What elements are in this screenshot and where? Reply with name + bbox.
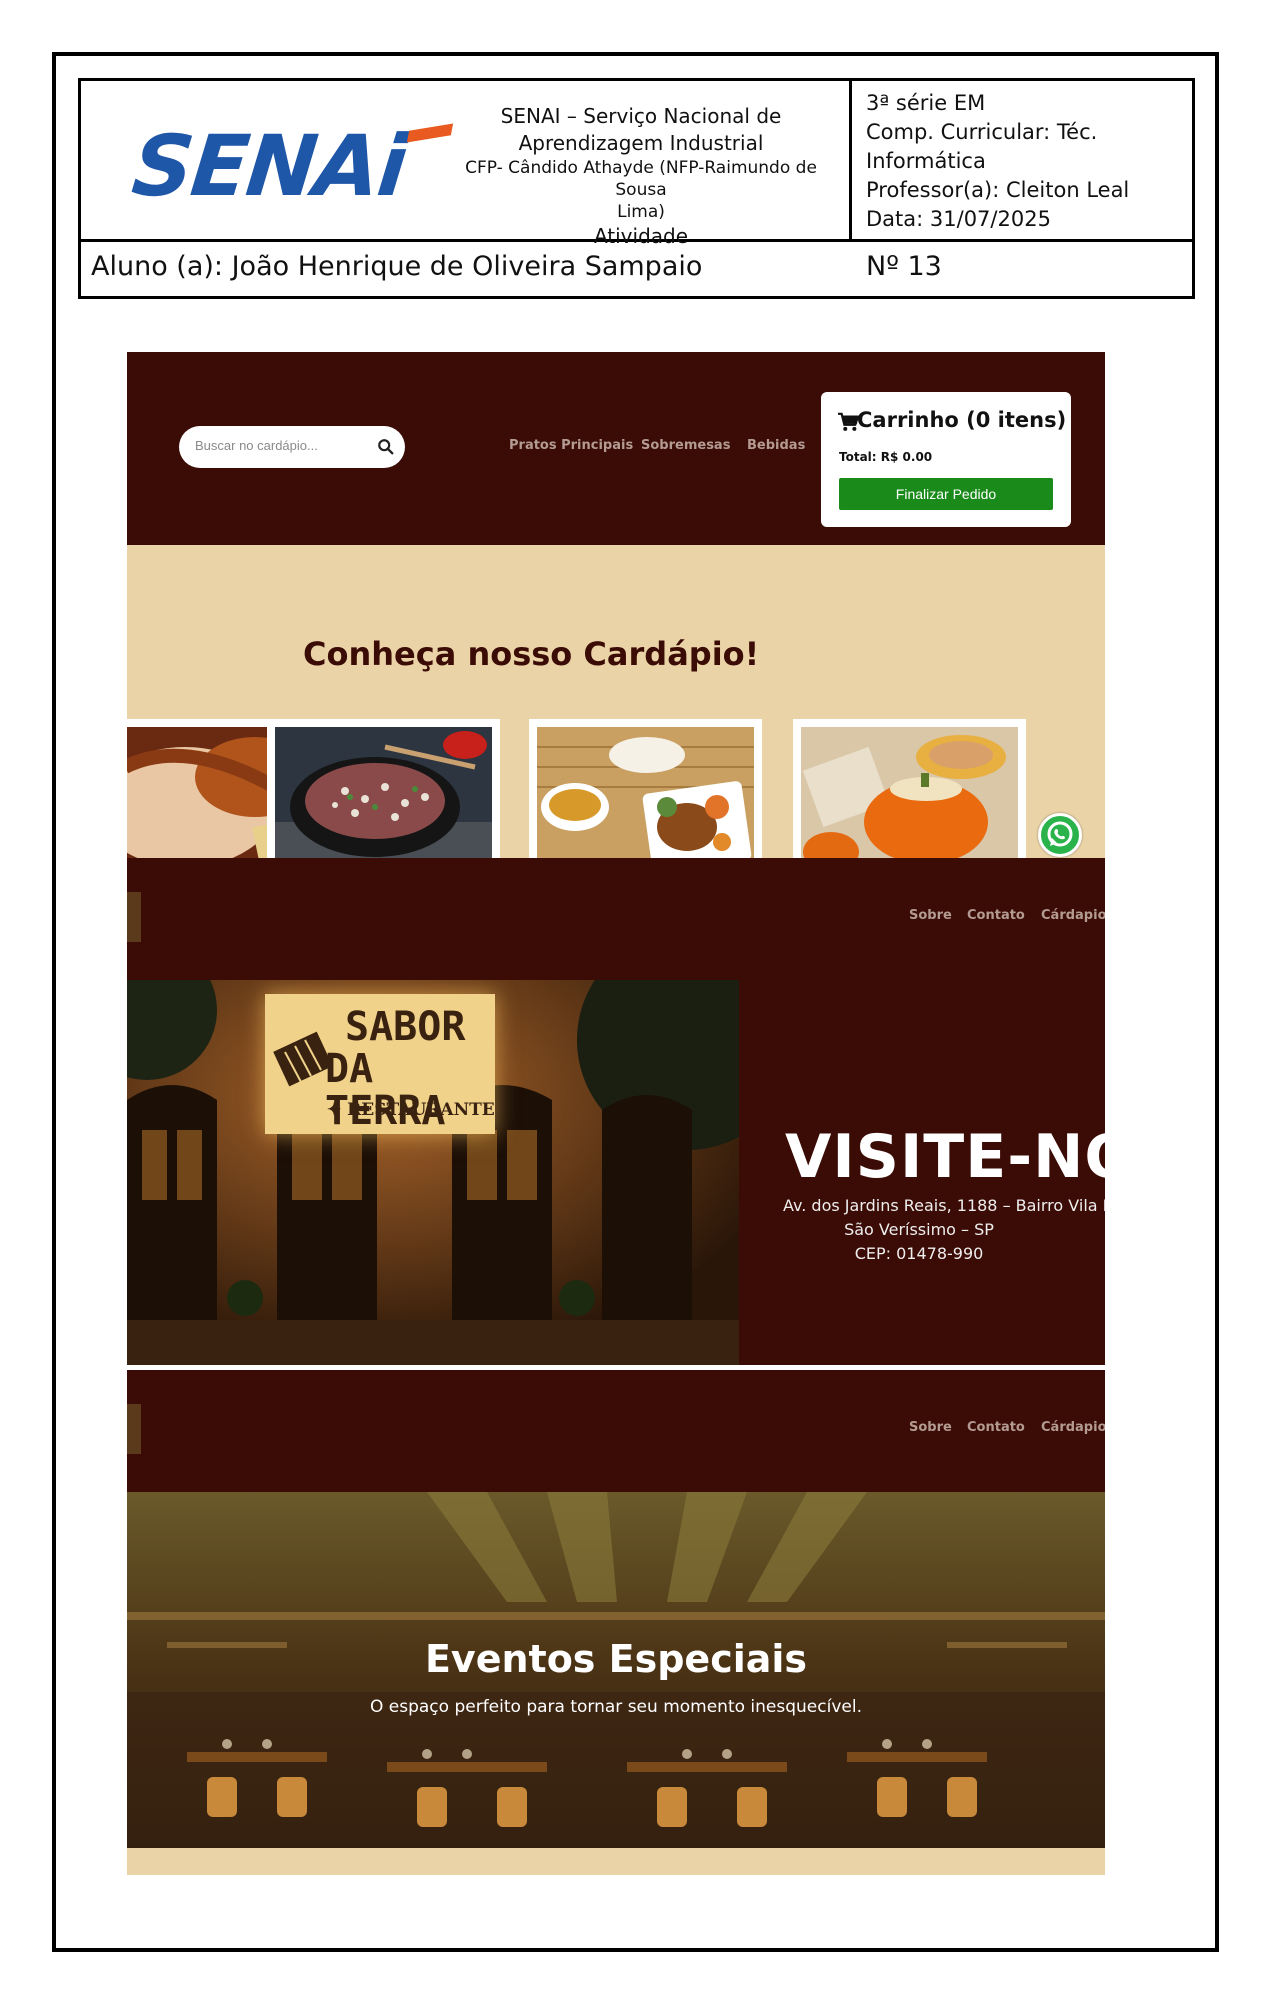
address-cep: CEP: 01478-990 — [854, 1244, 984, 1263]
serie-text: 3ª série EM — [866, 91, 986, 115]
header-table: SENAi SENAI – Serviço Nacional de Aprend… — [78, 78, 1195, 299]
nav-pratos-principais[interactable]: Pratos Principais — [509, 438, 633, 453]
search-input[interactable] — [195, 438, 375, 453]
date-text: Data: 31/07/2025 — [866, 207, 1051, 231]
star-icon: ✦ — [327, 1100, 348, 1120]
dish-card[interactable] — [267, 719, 500, 858]
site-logo[interactable] — [127, 892, 141, 942]
address-city: São Veríssimo – SP — [844, 1220, 994, 1239]
nav-sobre[interactable]: Sobre — [909, 1420, 952, 1435]
student-name: Aluno (a): João Henrique de Oliveira Sam… — [91, 251, 703, 282]
table-divider-vertical — [849, 81, 852, 240]
nav-sobremesas[interactable]: Sobremesas — [641, 438, 730, 453]
screenshot-visit-page: Sobre Contato Cárdapio SABOR DA TERRA ✦ … — [127, 858, 1105, 1365]
nav-cardapio[interactable]: Cárdapio — [1041, 1420, 1105, 1435]
institution-line: CFP- Cândido Athayde (NFP-Raimundo de So… — [465, 158, 817, 200]
cart-total: Total: R$ 0.00 — [839, 450, 932, 464]
site-navbar: Sobre Contato Cárdapio — [127, 1370, 1105, 1492]
dish-photo — [275, 727, 492, 858]
nav-contato[interactable]: Contato — [967, 908, 1025, 923]
sign-restaurante-text: RESTAURANTE — [347, 1100, 495, 1120]
events-title: Eventos Especiais — [424, 1637, 808, 1681]
institution-line: SENAI – Serviço Nacional de — [500, 104, 782, 128]
menu-section: Conheça nosso Cardápio! — [127, 545, 1105, 858]
dish-photo — [801, 727, 1018, 858]
visit-info-panel: VISITE-NO Av. dos Jardins Reais, 1188 – … — [739, 980, 1105, 1365]
dish-card[interactable] — [529, 719, 762, 858]
activity-label: Atividade — [593, 224, 689, 248]
componente-text: Comp. Curricular: Téc. — [866, 120, 1098, 144]
events-hero: Eventos Especiais O espaço perfeito para… — [127, 1492, 1105, 1848]
whatsapp-icon[interactable] — [1038, 813, 1082, 857]
site-header: Pratos Principais Sobremesas Bebidas Car… — [127, 352, 1105, 545]
cart-icon — [838, 412, 859, 431]
cart-total-label: Total: — [839, 450, 877, 464]
cart-panel: Carrinho (0 itens) Total: R$ 0.00 Finali… — [821, 392, 1071, 527]
institution-block: SENAI – Serviço Nacional de Aprendizagem… — [441, 103, 841, 250]
screenshot-menu-page: Pratos Principais Sobremesas Bebidas Car… — [127, 352, 1105, 858]
nav-bebidas[interactable]: Bebidas — [747, 438, 805, 453]
events-subtitle: O espaço perfeito para tornar seu moment… — [370, 1697, 862, 1717]
componente-text: Informática — [866, 149, 986, 173]
visit-title: VISITE-NO — [785, 1122, 1105, 1192]
institution-line: Aprendizagem Industrial — [518, 131, 764, 155]
nav-sobre[interactable]: Sobre — [909, 908, 952, 923]
course-info: 3ª série EM Comp. Curricular: Téc. Infor… — [866, 89, 1196, 234]
whatsapp-glyph — [1047, 821, 1073, 847]
nav-contato[interactable]: Contato — [967, 1420, 1025, 1435]
screenshot-events-page: Sobre Contato Cárdapio Eventos Especiais… — [127, 1370, 1105, 1875]
restaurant-facade-photo: SABOR DA TERRA ✦ RESTAURANTE — [127, 980, 739, 1365]
cart-title: Carrinho (0 itens) — [857, 408, 1067, 432]
search-box[interactable] — [179, 426, 405, 468]
restaurant-sign: SABOR DA TERRA ✦ RESTAURANTE — [265, 994, 495, 1134]
institution-line: Lima) — [617, 202, 665, 222]
professor-text: Professor(a): Cleiton Leal — [866, 178, 1130, 202]
site-navbar: Sobre Contato Cárdapio — [127, 858, 1105, 980]
menu-heading: Conheça nosso Cardápio! — [303, 635, 760, 673]
sign-line-restaurante: ✦ RESTAURANTE — [327, 1100, 495, 1120]
dish-photo — [537, 727, 754, 858]
student-number: Nº 13 — [866, 251, 942, 282]
sign-line-sabor: SABOR — [345, 1004, 466, 1050]
section-footer-strip — [127, 1848, 1105, 1875]
address-line: Av. dos Jardins Reais, 1188 – Bairro Vil… — [783, 1196, 1105, 1215]
nav-cardapio[interactable]: Cárdapio — [1041, 908, 1105, 923]
visit-hero: SABOR DA TERRA ✦ RESTAURANTE VISITE-NO A… — [127, 980, 1105, 1365]
dish-card[interactable] — [793, 719, 1026, 858]
search-icon[interactable] — [377, 438, 395, 456]
cart-total-value: R$ 0.00 — [880, 450, 933, 464]
site-logo[interactable] — [127, 1404, 141, 1454]
checkout-button[interactable]: Finalizar Pedido — [839, 478, 1053, 510]
senai-logo: SENAi — [128, 117, 454, 215]
